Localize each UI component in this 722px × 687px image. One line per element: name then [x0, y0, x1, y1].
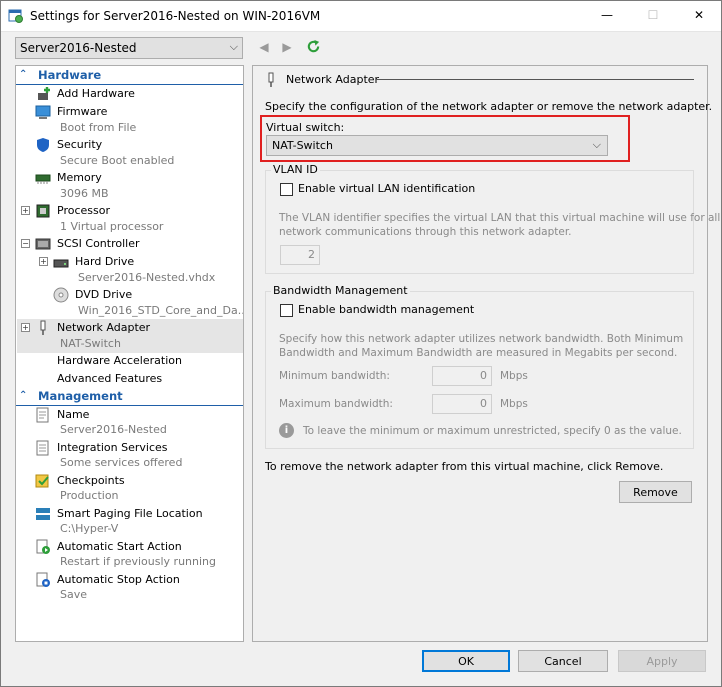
tree-item-integration-services[interactable]: Integration Services — [57, 441, 168, 454]
tree-item-automatic-stop[interactable]: Automatic Stop Action — [57, 573, 180, 586]
vlan-id-input[interactable]: 2 — [280, 245, 320, 265]
tree-item-processor[interactable]: Processor — [57, 204, 110, 217]
hardware-section-header[interactable]: ⌃ Hardware — [16, 67, 243, 85]
chevron-down-icon: ⌵ — [229, 40, 238, 53]
tree-item-name[interactable]: Name — [57, 408, 89, 421]
tree-item-memory[interactable]: Memory — [57, 171, 102, 184]
tree-item-checkpoints[interactable]: Checkpoints — [57, 474, 125, 487]
management-section-header[interactable]: ⌃ Management — [16, 388, 243, 406]
window-title: Settings for Server2016-Nested on WIN-20… — [30, 9, 321, 23]
expand-icon[interactable]: + — [21, 323, 30, 332]
tree-item-scsi-controller[interactable]: SCSI Controller — [57, 237, 140, 250]
minimize-button[interactable]: — — [584, 0, 630, 30]
tree-item-firmware[interactable]: Firmware — [57, 105, 107, 118]
forward-arrow-icon[interactable]: ▶ — [280, 40, 294, 54]
checkpoints-icon — [35, 474, 49, 488]
settings-detail-panel: Network Adapter Specify the configuratio… — [252, 65, 720, 642]
dvd-drive-icon — [53, 287, 69, 303]
tree-sub-integration-services: Some services offered — [60, 456, 183, 469]
bandwidth-help-line2: Bandwidth and Maximum Bandwidth are meas… — [279, 347, 678, 359]
expand-icon[interactable]: + — [21, 206, 30, 215]
tree-sub-hard-drive: Server2016-Nested.vhdx — [78, 271, 216, 284]
bandwidth-info-text: To leave the minimum or maximum unrestri… — [303, 425, 682, 437]
tree-sub-network-adapter: NAT-Switch — [60, 337, 121, 350]
tree-item-advanced-features[interactable]: Advanced Features — [57, 372, 162, 385]
tree-sub-dvd-drive: Win_2016_STD_Core_and_Da... — [78, 304, 244, 317]
info-icon: i — [279, 423, 294, 438]
tree-sub-memory: 3096 MB — [60, 187, 109, 200]
tree-sub-automatic-start: Restart if previously running — [60, 555, 216, 568]
tree-item-smart-paging[interactable]: Smart Paging File Location — [57, 507, 203, 520]
smart-paging-icon — [36, 508, 50, 520]
section-title: Network Adapter — [286, 73, 380, 86]
tree-sub-checkpoints: Production — [60, 489, 119, 502]
firmware-icon — [35, 105, 51, 119]
name-icon — [36, 407, 49, 423]
tree-sub-firmware: Boot from File — [60, 121, 137, 134]
collapse-icon: ⌃ — [19, 69, 28, 80]
tree-sub-security: Secure Boot enabled — [60, 154, 175, 167]
vm-select[interactable]: Server2016-Nested ⌵ — [15, 37, 243, 59]
hard-drive-icon — [53, 259, 69, 268]
remove-description: To remove the network adapter from this … — [265, 460, 664, 473]
min-bandwidth-unit: Mbps — [500, 370, 528, 382]
automatic-start-icon — [36, 539, 50, 554]
refresh-icon[interactable] — [306, 39, 321, 54]
tree-sub-automatic-stop: Save — [60, 588, 88, 601]
virtual-switch-label: Virtual switch: — [266, 121, 345, 134]
max-bandwidth-label: Maximum bandwidth: — [279, 398, 393, 410]
ok-button[interactable]: OK — [422, 650, 510, 672]
min-bandwidth-label: Minimum bandwidth: — [279, 370, 390, 382]
tree-item-automatic-start[interactable]: Automatic Start Action — [57, 540, 182, 553]
network-adapter-icon — [268, 72, 274, 87]
enable-vlan-label[interactable]: Enable virtual LAN identification — [298, 182, 475, 195]
expand-icon[interactable]: + — [39, 257, 48, 266]
bandwidth-group-title: Bandwidth Management — [271, 284, 410, 297]
virtual-switch-select[interactable]: NAT-Switch ⌵ — [266, 135, 608, 156]
cancel-button[interactable]: Cancel — [518, 650, 608, 672]
maximize-button[interactable]: ☐ — [630, 0, 676, 30]
processor-icon — [36, 204, 50, 218]
settings-tree: ⌃ Hardware Add Hardware Firmware Boot fr… — [15, 65, 244, 642]
collapse-icon: ⌃ — [19, 390, 28, 401]
enable-bandwidth-label[interactable]: Enable bandwidth management — [298, 303, 474, 316]
section-divider — [376, 79, 694, 80]
network-adapter-icon — [40, 320, 46, 335]
scsi-controller-icon — [35, 238, 51, 250]
tree-sub-smart-paging: C:\Hyper-V — [60, 522, 119, 535]
integration-services-icon — [36, 440, 49, 456]
description-text: Specify the configuration of the network… — [265, 100, 713, 113]
vlan-group-title: VLAN ID — [271, 163, 320, 176]
back-arrow-icon[interactable]: ◀ — [257, 40, 271, 54]
tree-item-dvd-drive[interactable]: DVD Drive — [75, 288, 132, 301]
tree-item-security[interactable]: Security — [57, 138, 102, 151]
tree-item-hardware-acceleration[interactable]: Hardware Acceleration — [57, 354, 182, 367]
vlan-help-line1: The VLAN identifier specifies the virtua… — [279, 212, 721, 224]
shield-icon — [37, 138, 49, 152]
tree-sub-processor: 1 Virtual processor — [60, 220, 164, 233]
bandwidth-help-line1: Specify how this network adapter utilize… — [279, 333, 684, 345]
collapse-icon[interactable]: − — [21, 239, 30, 248]
vm-select-value: Server2016-Nested — [20, 41, 137, 55]
min-bandwidth-input[interactable]: 0 — [432, 366, 492, 386]
chevron-down-icon: ⌵ — [592, 138, 601, 151]
tree-item-add-hardware[interactable]: Add Hardware — [57, 87, 135, 100]
enable-vlan-checkbox[interactable] — [280, 183, 293, 196]
tree-sub-name: Server2016-Nested — [60, 423, 167, 436]
settings-app-icon — [8, 9, 23, 23]
vlan-help-line2: network communications through this netw… — [279, 226, 572, 238]
close-button[interactable]: ✕ — [676, 0, 722, 30]
remove-button[interactable]: Remove — [619, 481, 692, 503]
max-bandwidth-input[interactable]: 0 — [432, 394, 492, 414]
memory-icon — [35, 174, 51, 184]
apply-button[interactable]: Apply — [618, 650, 706, 672]
tree-item-network-adapter[interactable]: Network Adapter — [57, 321, 150, 334]
add-hardware-icon — [38, 87, 50, 100]
enable-bandwidth-checkbox[interactable] — [280, 304, 293, 317]
max-bandwidth-unit: Mbps — [500, 398, 528, 410]
virtual-switch-value: NAT-Switch — [272, 139, 333, 152]
automatic-stop-icon — [36, 572, 50, 587]
tree-item-hard-drive[interactable]: Hard Drive — [75, 255, 134, 268]
